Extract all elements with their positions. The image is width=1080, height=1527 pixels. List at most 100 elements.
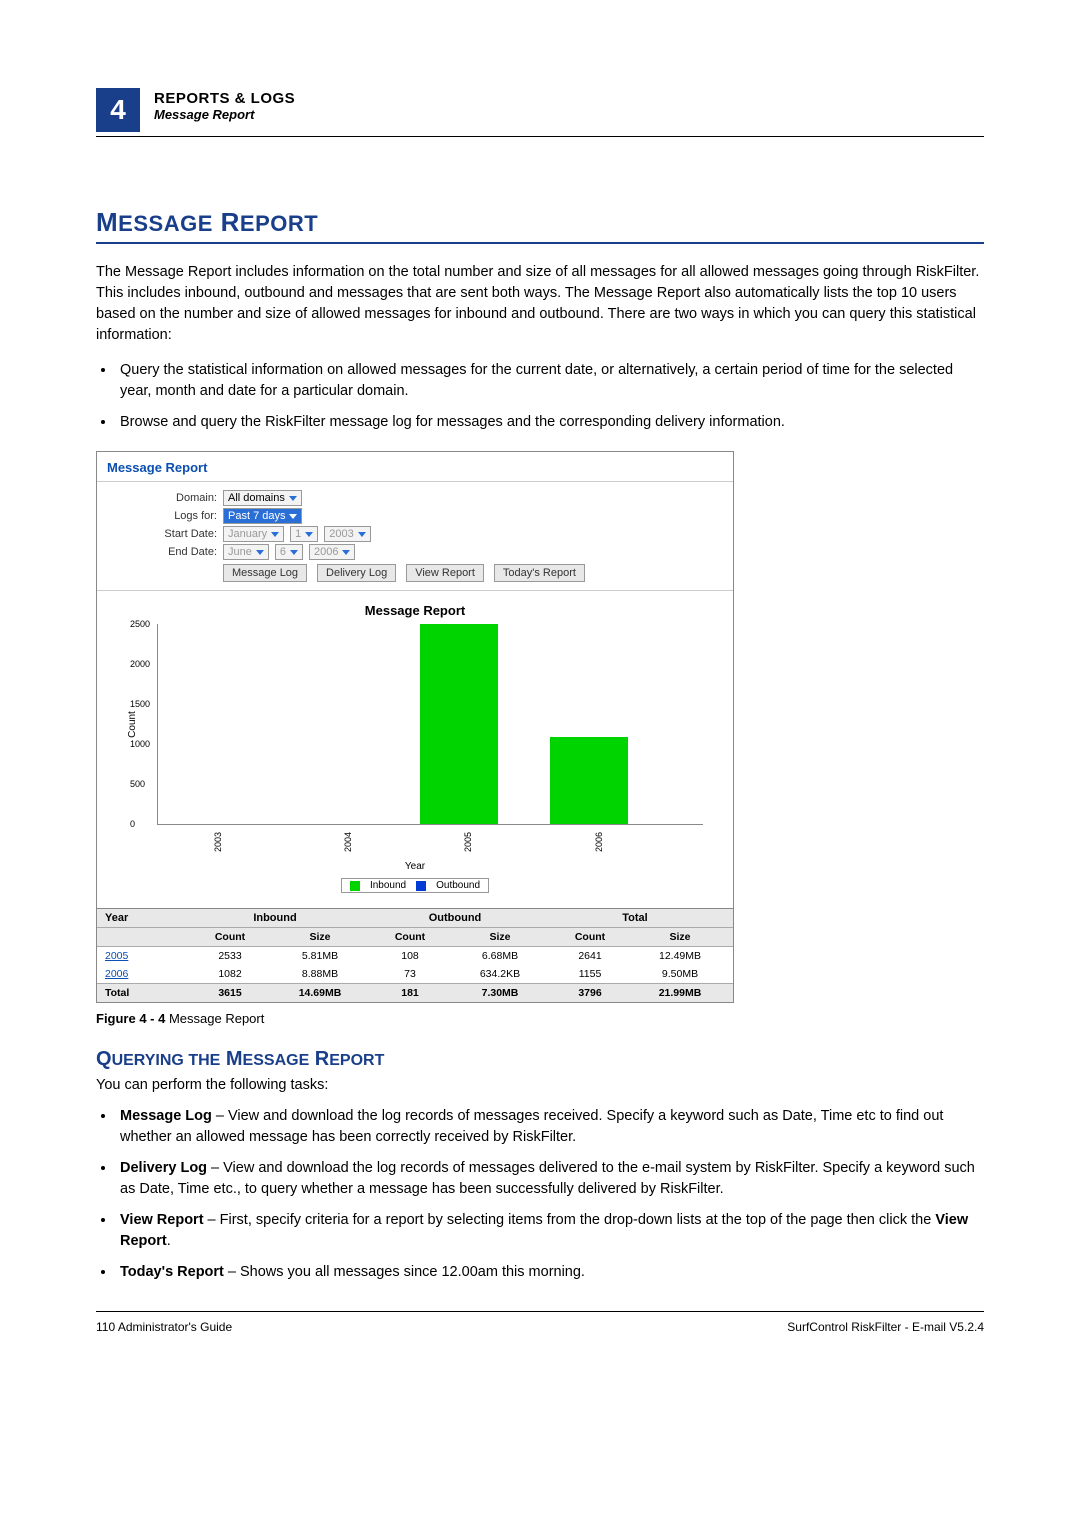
todays-report-button[interactable]: Today's Report bbox=[494, 564, 585, 582]
table-cell: 1155 bbox=[545, 968, 635, 980]
start-day-select[interactable]: 1 bbox=[290, 526, 318, 542]
table-cell: 2641 bbox=[545, 950, 635, 962]
chart-y-axis-label: Count bbox=[127, 711, 138, 738]
tasks-intro: You can perform the following tasks: bbox=[96, 1075, 984, 1096]
chart-y-tick: 1500 bbox=[130, 699, 150, 709]
intro-bullet-list: Query the statistical information on all… bbox=[96, 360, 984, 433]
legend-swatch-outbound bbox=[416, 881, 426, 891]
page-title: MESSAGE REPORT bbox=[96, 207, 984, 238]
legend-swatch-inbound bbox=[350, 881, 360, 891]
table-subheader-size: Size bbox=[635, 931, 725, 943]
chart-title: Message Report bbox=[117, 603, 713, 618]
chart-x-tick: 2003 bbox=[213, 832, 223, 852]
table-cell: 2533 bbox=[185, 950, 275, 962]
end-year-select[interactable]: 2006 bbox=[309, 544, 355, 560]
table-header-total: Total bbox=[545, 912, 725, 924]
report-table: Year Inbound Outbound Total Count Size C… bbox=[97, 908, 733, 1002]
chart-y-tick: 500 bbox=[130, 779, 145, 789]
table-subheader-count: Count bbox=[545, 931, 635, 943]
table-header-outbound: Outbound bbox=[365, 912, 545, 924]
end-month-select[interactable]: June bbox=[223, 544, 269, 560]
chart-y-tick: 2500 bbox=[130, 619, 150, 629]
table-subheader-count: Count bbox=[185, 931, 275, 943]
table-cell: 7.30MB bbox=[455, 987, 545, 999]
view-report-button[interactable]: View Report bbox=[406, 564, 484, 582]
chart-y-tick: 1000 bbox=[130, 739, 150, 749]
table-total-row: Total 3615 14.69MB 181 7.30MB 3796 21.99… bbox=[97, 983, 733, 1002]
filter-panel: Domain: All domains Logs for: Past 7 day… bbox=[97, 486, 733, 586]
chart-bar bbox=[420, 624, 498, 824]
panel-title: Message Report bbox=[97, 452, 733, 477]
legend-label-inbound: Inbound bbox=[370, 880, 406, 891]
table-cell: 9.50MB bbox=[635, 968, 725, 980]
chevron-down-icon bbox=[290, 550, 298, 555]
footer-divider bbox=[96, 1311, 984, 1312]
header-divider bbox=[96, 136, 984, 137]
footer-right-text: SurfControl RiskFilter - E-mail V5.2.4 bbox=[787, 1320, 984, 1334]
task-item: View Report – First, specify criteria fo… bbox=[116, 1210, 984, 1252]
table-row: 2005 2533 5.81MB 108 6.68MB 2641 12.49MB bbox=[97, 947, 733, 965]
subheading-querying: QUERYING THE MESSAGE REPORT bbox=[96, 1048, 984, 1071]
end-date-label: End Date: bbox=[107, 546, 217, 558]
table-cell: 3615 bbox=[185, 987, 275, 999]
task-item: Message Log – View and download the log … bbox=[116, 1106, 984, 1148]
start-month-select[interactable]: January bbox=[223, 526, 284, 542]
chart-x-tick: 2006 bbox=[594, 832, 604, 852]
task-item: Delivery Log – View and download the log… bbox=[116, 1158, 984, 1200]
header-section-title: REPORTS & LOGS bbox=[154, 90, 295, 107]
table-cell: 6.68MB bbox=[455, 950, 545, 962]
table-cell: 634.2KB bbox=[455, 968, 545, 980]
table-cell: 73 bbox=[365, 968, 455, 980]
footer-left-text: Administrator's Guide bbox=[115, 1320, 232, 1334]
legend-label-outbound: Outbound bbox=[436, 880, 480, 891]
chevron-down-icon bbox=[342, 550, 350, 555]
logs-for-label: Logs for: bbox=[107, 510, 217, 522]
table-cell: 21.99MB bbox=[635, 987, 725, 999]
header-subsection-title: Message Report bbox=[154, 107, 295, 122]
chart-y-tick: 0 bbox=[130, 819, 135, 829]
intro-bullet-item: Browse and query the RiskFilter message … bbox=[116, 412, 984, 433]
table-subheader-size: Size bbox=[455, 931, 545, 943]
start-date-label: Start Date: bbox=[107, 528, 217, 540]
tasks-list: Message Log – View and download the log … bbox=[96, 1106, 984, 1283]
table-cell: 14.69MB bbox=[275, 987, 365, 999]
chart-x-tick: 2004 bbox=[343, 832, 353, 852]
table-cell: 8.88MB bbox=[275, 968, 365, 980]
table-cell: 108 bbox=[365, 950, 455, 962]
year-link[interactable]: 2005 bbox=[105, 950, 128, 962]
intro-bullet-item: Query the statistical information on all… bbox=[116, 360, 984, 402]
chevron-down-icon bbox=[358, 532, 366, 537]
chapter-number-badge: 4 bbox=[96, 88, 140, 132]
message-log-button[interactable]: Message Log bbox=[223, 564, 307, 582]
page-header: 4 REPORTS & LOGS Message Report bbox=[96, 88, 984, 132]
chart-bar bbox=[550, 737, 628, 824]
figure-caption: Figure 4 - 4 Message Report bbox=[96, 1011, 984, 1026]
table-total-label: Total bbox=[105, 987, 185, 999]
table-subheader-count: Count bbox=[365, 931, 455, 943]
start-year-select[interactable]: 2003 bbox=[324, 526, 370, 542]
table-cell: 12.49MB bbox=[635, 950, 725, 962]
table-cell: 181 bbox=[365, 987, 455, 999]
chart-legend: Inbound Outbound bbox=[117, 878, 713, 894]
chart-x-axis-label: Year bbox=[117, 861, 713, 872]
task-item: Today's Report – Shows you all messages … bbox=[116, 1262, 984, 1283]
chevron-down-icon bbox=[256, 550, 264, 555]
chart-x-tick: 2005 bbox=[463, 832, 473, 852]
table-header-inbound: Inbound bbox=[185, 912, 365, 924]
year-link[interactable]: 2006 bbox=[105, 968, 128, 980]
domain-select[interactable]: All domains bbox=[223, 490, 302, 506]
table-row: 2006 1082 8.88MB 73 634.2KB 1155 9.50MB bbox=[97, 965, 733, 983]
bar-chart: Count 0 500 1000 1500 2000 2500 2003 200… bbox=[157, 624, 703, 825]
intro-paragraph: The Message Report includes information … bbox=[96, 262, 984, 346]
table-cell: 5.81MB bbox=[275, 950, 365, 962]
chevron-down-icon bbox=[289, 514, 297, 519]
table-cell: 3796 bbox=[545, 987, 635, 999]
footer-page-number: 110 bbox=[96, 1320, 115, 1334]
chevron-down-icon bbox=[289, 496, 297, 501]
delivery-log-button[interactable]: Delivery Log bbox=[317, 564, 396, 582]
table-cell: 1082 bbox=[185, 968, 275, 980]
logs-for-select[interactable]: Past 7 days bbox=[223, 508, 302, 524]
title-divider bbox=[96, 242, 984, 244]
end-day-select[interactable]: 6 bbox=[275, 544, 303, 560]
domain-label: Domain: bbox=[107, 492, 217, 504]
